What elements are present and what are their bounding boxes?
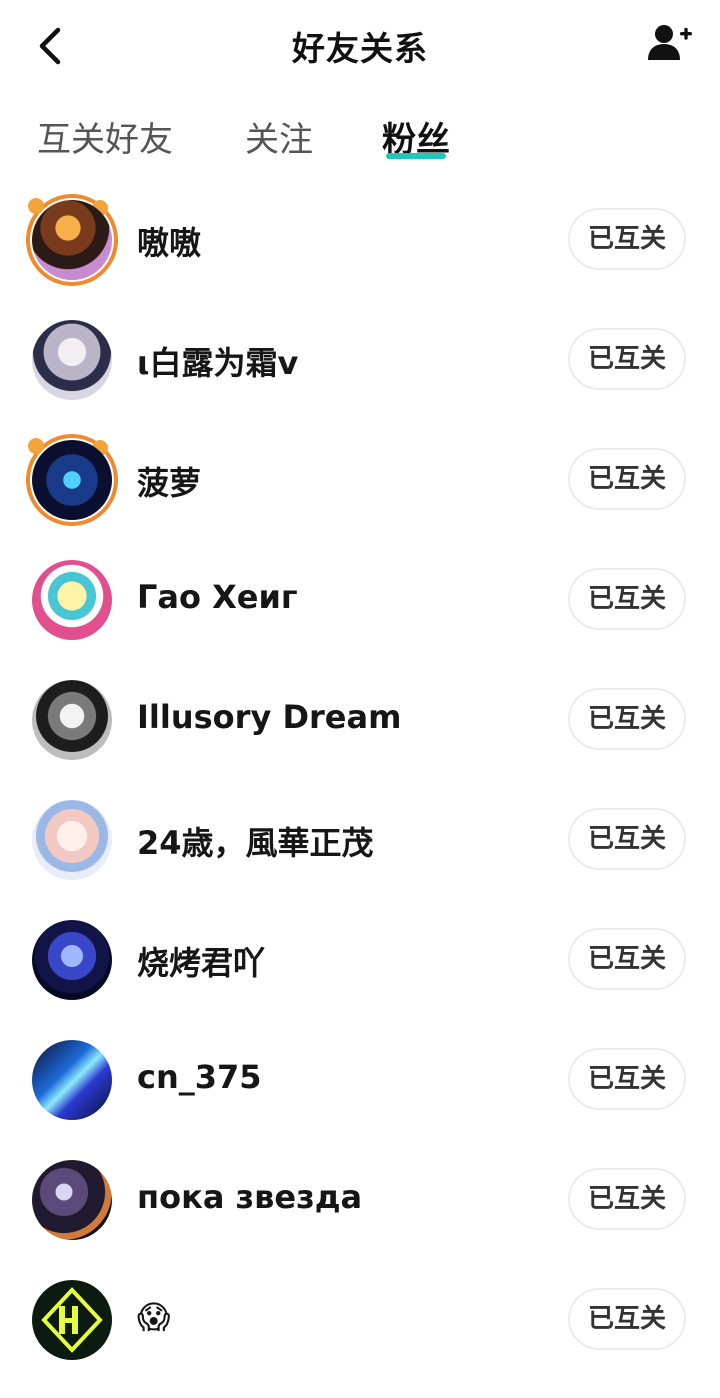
top-bar: 好友关系 [0, 0, 720, 90]
user-name[interactable]: 菠萝 [137, 458, 201, 504]
mutual-follow-button[interactable]: 已互关 [568, 568, 686, 630]
mutual-follow-button[interactable]: 已互关 [568, 688, 686, 750]
avatar[interactable] [32, 440, 112, 520]
mutual-follow-button[interactable]: 已互关 [568, 328, 686, 390]
mutual-follow-button[interactable]: 已互关 [568, 928, 686, 990]
tab-bar: 互关好友 关注 粉丝 [0, 100, 720, 170]
list-item[interactable]: 24歳，風華正茂 已互关 [0, 780, 720, 900]
list-item[interactable]: 😱 已互关 [0, 1260, 720, 1380]
avatar[interactable] [32, 800, 112, 880]
user-name[interactable]: пока звезда [137, 1178, 362, 1216]
user-name[interactable]: Illusory Dream [137, 698, 401, 736]
avatar[interactable] [32, 560, 112, 640]
frame-decoration [28, 438, 44, 454]
avatar[interactable] [32, 1160, 112, 1240]
list-item[interactable]: ι白露为霜v 已互关 [0, 300, 720, 420]
mutual-follow-button[interactable]: 已互关 [568, 1168, 686, 1230]
avatar[interactable] [32, 680, 112, 760]
add-friend-button[interactable] [646, 22, 694, 66]
user-name[interactable]: cn_375 [137, 1058, 262, 1096]
frame-decoration [28, 198, 44, 214]
user-name[interactable]: 😱 [137, 1298, 170, 1336]
user-name[interactable]: Гао Хеиг [137, 578, 298, 616]
user-name[interactable]: 烧烤君吖 [137, 938, 265, 984]
avatar[interactable] [32, 320, 112, 400]
mutual-follow-button[interactable]: 已互关 [568, 208, 686, 270]
list-item[interactable]: 菠萝 已互关 [0, 420, 720, 540]
game-logo-icon [41, 1287, 103, 1353]
user-name[interactable]: 24歳，風華正茂 [137, 818, 374, 864]
user-name[interactable]: ι白露为霜v [137, 338, 298, 384]
list-item[interactable]: пока звезда 已互关 [0, 1140, 720, 1260]
page-title: 好友关系 [292, 29, 428, 68]
mutual-follow-button[interactable]: 已互关 [568, 808, 686, 870]
list-item[interactable]: Гао Хеиг 已互关 [0, 540, 720, 660]
avatar[interactable] [32, 1040, 112, 1120]
list-item[interactable]: 嗷嗷 已互关 [0, 180, 720, 300]
list-item[interactable]: 烧烤君吖 已互关 [0, 900, 720, 1020]
mutual-follow-button[interactable]: 已互关 [568, 1048, 686, 1110]
tab-mutual-friends[interactable]: 互关好友 [37, 112, 173, 161]
list-item[interactable]: cn_375 已互关 [0, 1020, 720, 1140]
list-item[interactable]: Illusory Dream 已互关 [0, 660, 720, 780]
avatar[interactable] [32, 1280, 112, 1360]
avatar[interactable] [32, 920, 112, 1000]
add-user-icon [648, 25, 692, 60]
avatar[interactable] [32, 200, 112, 280]
active-tab-indicator [386, 153, 446, 159]
mutual-follow-button[interactable]: 已互关 [568, 1288, 686, 1350]
mutual-follow-button[interactable]: 已互关 [568, 448, 686, 510]
user-name[interactable]: 嗷嗷 [137, 218, 201, 264]
tab-following[interactable]: 关注 [245, 112, 313, 161]
